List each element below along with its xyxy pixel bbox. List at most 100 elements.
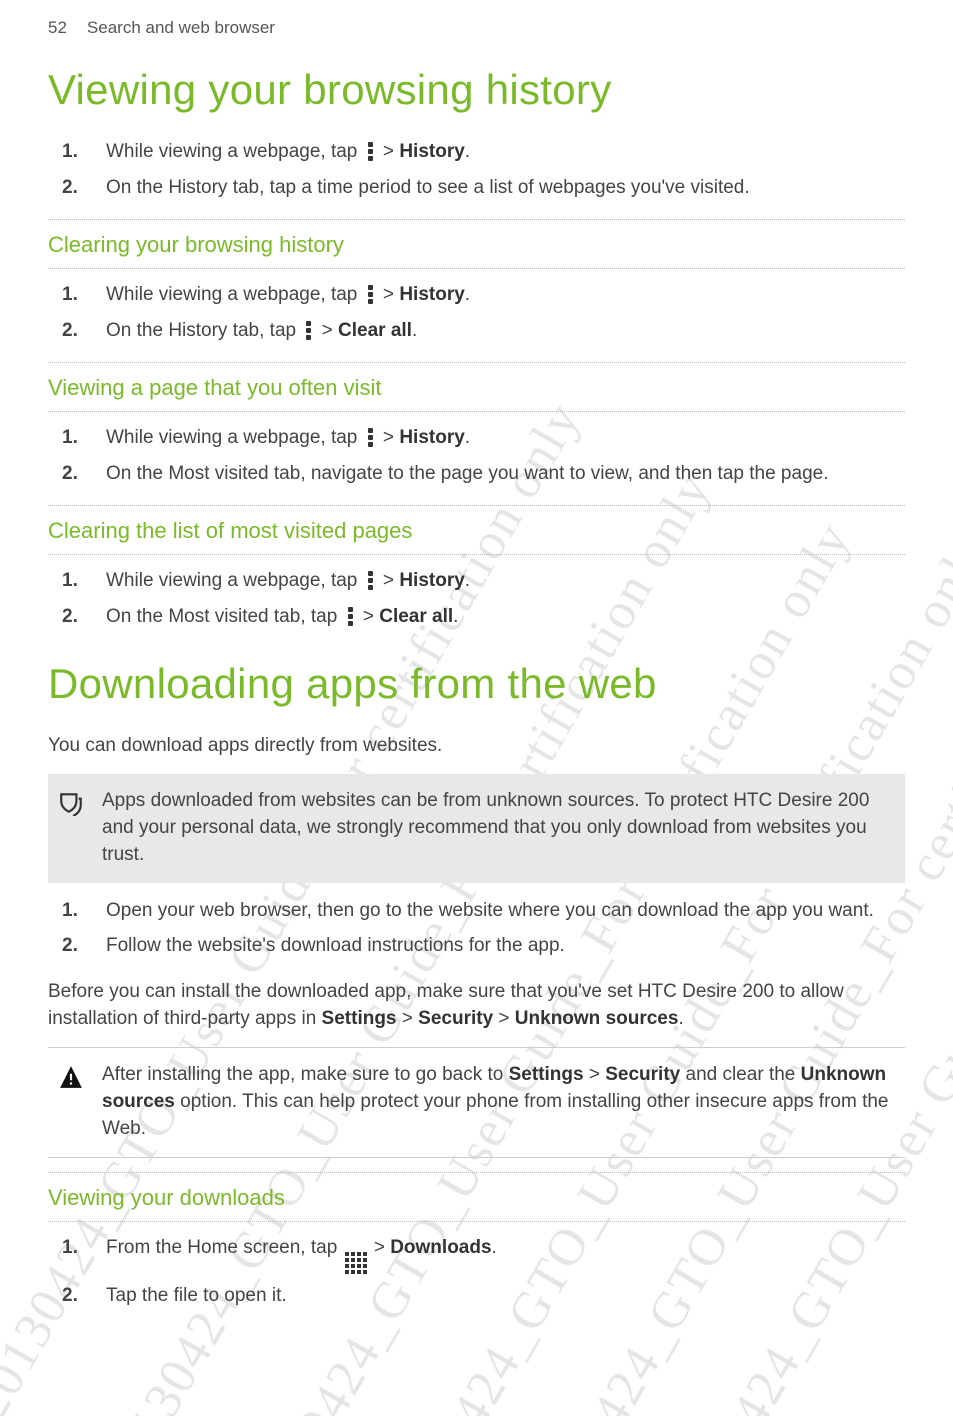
- overflow-menu-icon: [346, 605, 355, 625]
- step-text: .: [465, 570, 470, 591]
- step-text: .: [453, 606, 458, 627]
- step-text: While viewing a webpage, tap: [106, 284, 363, 305]
- step-text: .: [492, 1237, 497, 1258]
- note-text: After installing the app, make sure to g…: [102, 1062, 895, 1143]
- step-text: While viewing a webpage, tap: [106, 427, 363, 448]
- note-important: Apps downloaded from websites can be fro…: [48, 774, 905, 883]
- ui-label-unknown-sources: Unknown sources: [515, 1008, 679, 1029]
- step-number: 2.: [62, 1282, 78, 1310]
- step-number: 1.: [62, 567, 78, 595]
- paragraph: You can download apps directly from webs…: [48, 732, 905, 760]
- list-item: 2. Tap the file to open it.: [106, 1282, 905, 1310]
- document-page: 20130424_GTO_User Guide_For certificatio…: [0, 0, 953, 1416]
- ui-label-history: History: [399, 570, 464, 591]
- step-text: >: [378, 141, 400, 162]
- subheading-clearing-history: Clearing your browsing history: [48, 224, 905, 264]
- step-text: >: [316, 320, 338, 341]
- divider: [48, 268, 905, 269]
- section-name: Search and web browser: [87, 18, 275, 38]
- divider: [48, 505, 905, 506]
- heading-downloading-apps: Downloading apps from the web: [48, 660, 905, 708]
- step-text: >: [378, 570, 400, 591]
- text: After installing the app, make sure to g…: [102, 1064, 509, 1085]
- step-text: .: [412, 320, 417, 341]
- note-warning: After installing the app, make sure to g…: [48, 1047, 905, 1158]
- step-text: >: [378, 427, 400, 448]
- divider: [48, 554, 905, 555]
- text: >: [584, 1064, 606, 1085]
- list-item: 1. While viewing a webpage, tap > Histor…: [106, 138, 905, 166]
- list-item: 2. On the Most visited tab, tap > Clear …: [106, 603, 905, 631]
- ui-label-security: Security: [605, 1064, 680, 1085]
- subheading-often-visit: Viewing a page that you often visit: [48, 367, 905, 407]
- step-text: >: [369, 1237, 391, 1258]
- apps-grid-icon: [345, 1252, 367, 1274]
- step-text: >: [378, 284, 400, 305]
- step-text: From the Home screen, tap: [106, 1237, 343, 1258]
- ui-label-clear-all: Clear all: [338, 320, 412, 341]
- divider: [48, 362, 905, 363]
- step-number: 2.: [62, 317, 78, 345]
- list-item: 1. From the Home screen, tap > Downloads…: [106, 1234, 905, 1274]
- ui-label-history: History: [399, 284, 464, 305]
- list-item: 2. On the Most visited tab, navigate to …: [106, 460, 905, 488]
- list-item: 1. While viewing a webpage, tap > Histor…: [106, 424, 905, 452]
- step-text: On the History tab, tap: [106, 320, 301, 341]
- subheading-viewing-downloads: Viewing your downloads: [48, 1177, 905, 1217]
- ui-label-clear-all: Clear all: [379, 606, 453, 627]
- step-number: 2.: [62, 932, 78, 960]
- list-item: 2. Follow the website's download instruc…: [106, 932, 905, 960]
- ui-label-history: History: [399, 141, 464, 162]
- step-number: 2.: [62, 603, 78, 631]
- step-text: Open your web browser, then go to the we…: [106, 900, 874, 921]
- step-text: On the Most visited tab, tap: [106, 606, 343, 627]
- overflow-menu-icon: [366, 283, 375, 303]
- heading-viewing-history: Viewing your browsing history: [48, 66, 905, 114]
- divider: [48, 1221, 905, 1222]
- page-number: 52: [48, 18, 67, 38]
- list-item: 1. While viewing a webpage, tap > Histor…: [106, 567, 905, 595]
- text: >: [397, 1008, 419, 1029]
- step-number: 1.: [62, 1234, 78, 1262]
- list-item: 2. On the History tab, tap a time period…: [106, 174, 905, 202]
- text: >: [493, 1008, 515, 1029]
- ui-label-downloads: Downloads: [390, 1237, 491, 1258]
- subheading-clearing-most-visited: Clearing the list of most visited pages: [48, 510, 905, 550]
- step-text: While viewing a webpage, tap: [106, 570, 363, 591]
- divider: [48, 219, 905, 220]
- step-text: .: [465, 427, 470, 448]
- step-number: 2.: [62, 460, 78, 488]
- step-text: Tap the file to open it.: [106, 1285, 287, 1306]
- step-text: On the History tab, tap a time period to…: [106, 177, 750, 198]
- step-number: 1.: [62, 281, 78, 309]
- paragraph: Before you can install the downloaded ap…: [48, 978, 905, 1033]
- step-text: .: [465, 284, 470, 305]
- list-item: 2. On the History tab, tap > Clear all.: [106, 317, 905, 345]
- ui-label-security: Security: [418, 1008, 493, 1029]
- list-item: 1. While viewing a webpage, tap > Histor…: [106, 281, 905, 309]
- overflow-menu-icon: [366, 426, 375, 446]
- note-text: Apps downloaded from websites can be fro…: [102, 788, 895, 869]
- step-text: Follow the website's download instructio…: [106, 935, 565, 956]
- step-text: .: [465, 141, 470, 162]
- step-number: 1.: [62, 138, 78, 166]
- overflow-menu-icon: [304, 319, 313, 339]
- ui-label-settings: Settings: [509, 1064, 584, 1085]
- step-number: 2.: [62, 174, 78, 202]
- divider: [48, 411, 905, 412]
- important-icon: [58, 788, 88, 821]
- ui-label-history: History: [399, 427, 464, 448]
- warning-icon: [58, 1062, 88, 1095]
- divider: [48, 1172, 905, 1173]
- overflow-menu-icon: [366, 140, 375, 160]
- step-number: 1.: [62, 897, 78, 925]
- ui-label-settings: Settings: [322, 1008, 397, 1029]
- text: .: [678, 1008, 683, 1029]
- overflow-menu-icon: [366, 569, 375, 589]
- step-text: While viewing a webpage, tap: [106, 141, 363, 162]
- step-text: >: [358, 606, 380, 627]
- step-text: On the Most visited tab, navigate to the…: [106, 463, 828, 484]
- text: and clear the: [680, 1064, 800, 1085]
- page-header: 52 Search and web browser: [48, 0, 905, 60]
- step-number: 1.: [62, 424, 78, 452]
